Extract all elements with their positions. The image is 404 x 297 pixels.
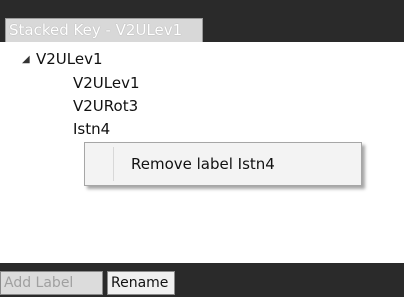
add-label-button[interactable]: Add Label <box>0 271 103 295</box>
tree-item-istn4[interactable]: Istn4 <box>73 120 110 138</box>
tree-item-v2urot3[interactable]: V2URot3 <box>73 97 138 115</box>
tab-stacked-key[interactable]: Stacked Key - V2ULev1 <box>5 18 203 42</box>
context-menu: Remove label Istn4 <box>84 142 362 186</box>
tab-title: Stacked Key - V2ULev1 <box>9 21 183 39</box>
expand-collapse-triangle-icon[interactable]: ◢ <box>22 54 30 65</box>
remove-label-menu-item[interactable]: Remove label Istn4 <box>131 143 275 185</box>
button-bar: Add Label Rename <box>0 263 404 297</box>
tree-item-v2ulev1[interactable]: V2ULev1 <box>73 74 140 92</box>
title-bar: Stacked Key - V2ULev1 <box>0 0 404 42</box>
stacked-key-panel: Stacked Key - V2ULev1 ◢ V2ULev1 V2ULev1 … <box>0 0 404 297</box>
rename-button[interactable]: Rename <box>107 271 175 295</box>
menu-icon-gutter <box>113 147 114 181</box>
tree-root-item[interactable]: V2ULev1 <box>36 50 103 68</box>
